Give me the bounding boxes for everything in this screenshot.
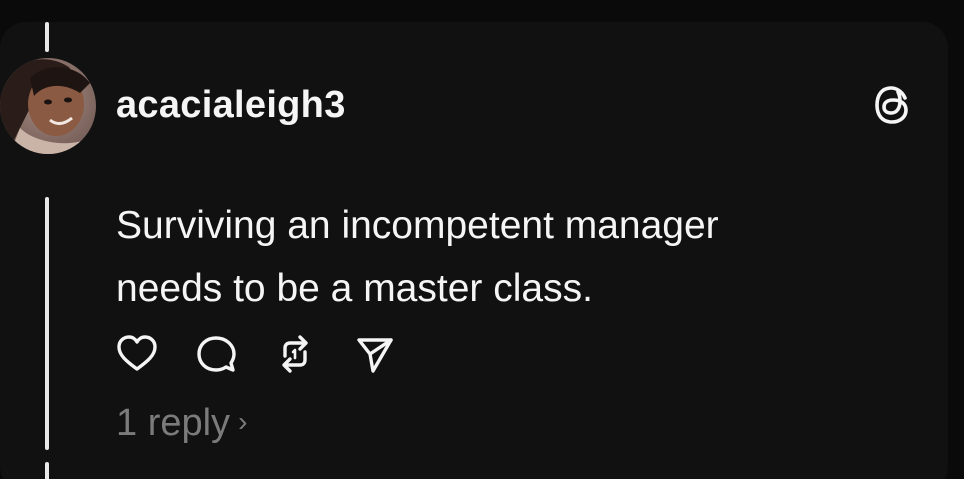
reply-count: 1 reply	[116, 402, 231, 444]
thread-connector-bottom	[45, 462, 49, 479]
heart-icon	[117, 335, 157, 371]
threads-logo-icon[interactable]	[871, 82, 917, 128]
post-text: Surviving an incompetent manager needs t…	[116, 194, 876, 320]
repost-button[interactable]	[274, 334, 316, 374]
post-text-line: needs to be a master class.	[116, 267, 593, 310]
avatar[interactable]	[0, 58, 96, 154]
thread-connector-line	[45, 197, 49, 450]
screen: acacialeigh3 Surviving an incompetent ma…	[0, 0, 964, 479]
username[interactable]: acacialeigh3	[116, 82, 346, 128]
reply-button[interactable]	[196, 334, 238, 374]
comment-bubble-icon	[197, 336, 236, 372]
send-paper-plane-icon	[357, 338, 393, 373]
view-replies-link[interactable]: 1 reply ›	[116, 400, 247, 449]
threads-logo-glyph	[875, 86, 908, 124]
thread-connector-top	[45, 22, 49, 52]
post-text-line: Surviving an incompetent manager	[116, 204, 719, 247]
avatar-photo	[0, 58, 96, 154]
like-button[interactable]	[116, 334, 158, 374]
share-button[interactable]	[354, 334, 396, 374]
repost-arrows-icon	[282, 335, 308, 373]
chevron-right-icon: ›	[238, 406, 248, 437]
